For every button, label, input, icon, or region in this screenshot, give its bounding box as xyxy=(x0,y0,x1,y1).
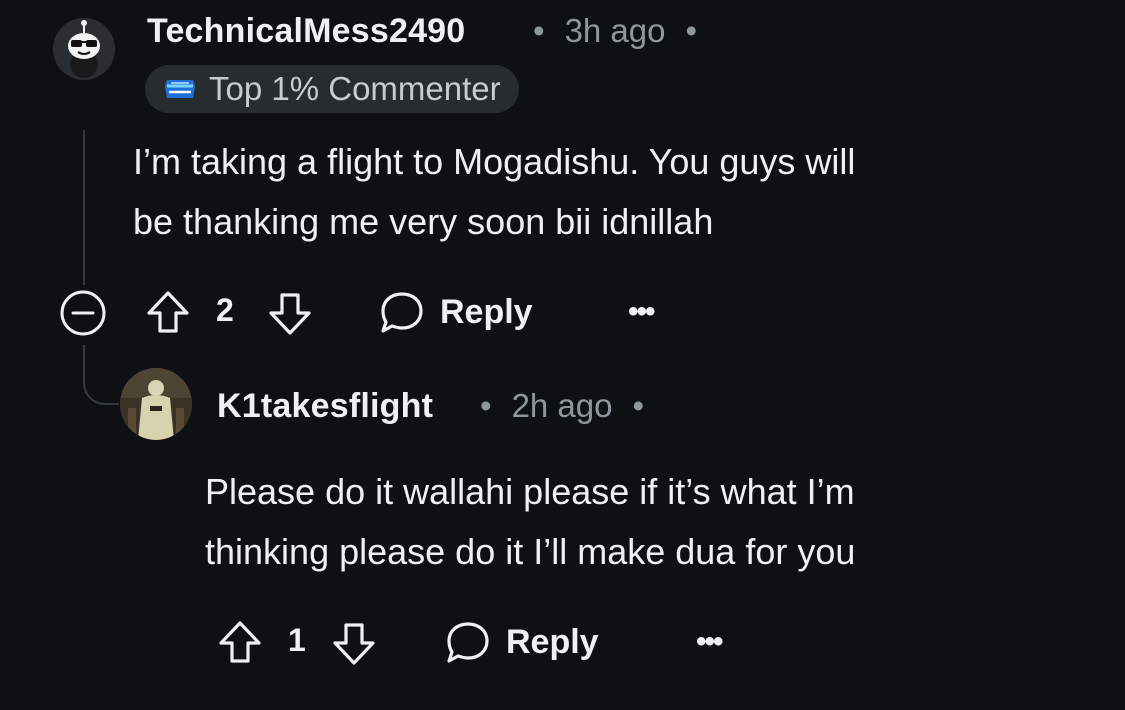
user-avatar-image xyxy=(120,368,192,440)
downvote-button[interactable] xyxy=(266,290,314,338)
collapse-button[interactable] xyxy=(58,288,108,338)
more-options-icon[interactable]: ••• xyxy=(628,295,655,329)
reply-label: Reply xyxy=(440,292,533,331)
upvote-button[interactable] xyxy=(144,288,192,336)
reply-button[interactable]: Reply xyxy=(378,288,533,336)
top-commenter-badge-icon xyxy=(165,80,195,98)
upvote-icon xyxy=(219,621,261,663)
comment-timestamp[interactable]: 2h ago xyxy=(512,387,613,424)
downvote-icon xyxy=(269,293,311,335)
flair-label: Top 1% Commenter xyxy=(209,70,501,107)
reply-bubble-icon xyxy=(447,622,489,663)
vote-score: 2 xyxy=(216,292,234,328)
comment-body: I’m taking a flight to Mogadishu. You gu… xyxy=(133,132,1063,252)
separator-dot: • xyxy=(480,387,492,424)
vote-score: 1 xyxy=(288,622,306,658)
reply-label: Reply xyxy=(506,622,599,661)
comment-body-line: thinking please do it I’ll make dua for … xyxy=(205,531,856,572)
thread-branch-line xyxy=(83,345,119,405)
comment-author[interactable]: K1takesflight xyxy=(217,387,433,426)
collapse-icon xyxy=(60,290,106,336)
upvote-button[interactable] xyxy=(216,618,264,666)
separator-dot: • xyxy=(533,12,545,49)
comment-body-line: I’m taking a flight to Mogadishu. You gu… xyxy=(133,141,856,182)
reply-button[interactable]: Reply xyxy=(444,618,599,666)
downvote-icon xyxy=(333,623,375,665)
comment-thread: TechnicalMess2490 • 3h ago • Top 1% Commen… xyxy=(0,0,1125,710)
comment-body-line: be thanking me very soon bii idnillah xyxy=(133,201,714,242)
separator-dot: • xyxy=(632,387,645,424)
snoo-avatar-icon xyxy=(53,18,115,80)
upvote-icon xyxy=(147,291,189,333)
comment-timestamp[interactable]: 3h ago xyxy=(565,12,666,49)
avatar[interactable] xyxy=(53,18,115,80)
more-options-icon[interactable]: ••• xyxy=(696,625,723,659)
comment-body-line: Please do it wallahi please if it’s what… xyxy=(205,471,855,512)
user-flair[interactable]: Top 1% Commenter xyxy=(145,65,519,113)
separator-dot: • xyxy=(685,12,698,49)
thread-line[interactable] xyxy=(83,130,85,285)
avatar[interactable] xyxy=(120,368,192,440)
comment-body: Please do it wallahi please if it’s what… xyxy=(205,462,1085,582)
downvote-button[interactable] xyxy=(330,620,378,668)
comment-meta: • 3h ago • xyxy=(533,12,697,50)
comment-meta: • 2h ago • xyxy=(480,387,644,425)
reply-bubble-icon xyxy=(381,292,423,333)
comment-author[interactable]: TechnicalMess2490 xyxy=(147,12,465,51)
